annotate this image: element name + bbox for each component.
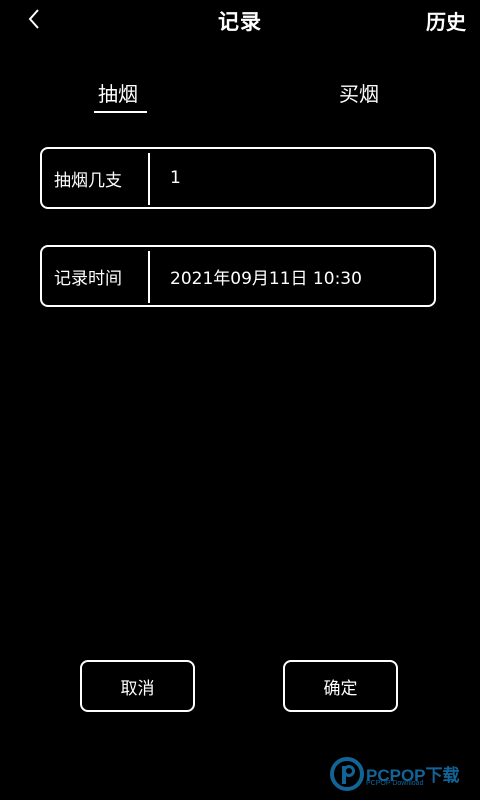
tab-smoke[interactable]: 抽烟 xyxy=(98,78,138,107)
page-title: 记录 xyxy=(218,10,262,34)
confirm-button[interactable]: 确定 xyxy=(283,660,398,712)
time-input[interactable]: 2021年09月11日 10:30 xyxy=(170,247,362,305)
watermark: PCPOP下载 PCPOP Download xyxy=(330,755,478,795)
count-input[interactable]: 1 xyxy=(170,149,181,207)
time-label: 记录时间 xyxy=(54,268,122,289)
history-button[interactable]: 历史 xyxy=(426,6,466,35)
count-label: 抽烟几支 xyxy=(54,170,122,191)
field-divider xyxy=(148,251,150,303)
watermark-subtext: PCPOP Download xyxy=(366,780,424,787)
time-field[interactable]: 记录时间 2021年09月11日 10:30 xyxy=(40,245,436,307)
count-field[interactable]: 抽烟几支 1 xyxy=(40,147,436,209)
field-divider xyxy=(148,153,150,205)
cancel-button[interactable]: 取消 xyxy=(80,660,195,712)
pcpop-logo-icon xyxy=(330,757,364,791)
top-bar: 记录 历史 xyxy=(0,0,480,40)
tab-bar: 抽烟 买烟 xyxy=(0,78,480,118)
active-tab-indicator xyxy=(94,111,147,113)
tab-buy[interactable]: 买烟 xyxy=(339,78,379,107)
